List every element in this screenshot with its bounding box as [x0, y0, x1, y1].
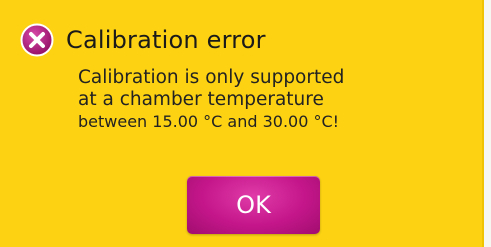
dialog-header: Calibration error [20, 22, 266, 58]
message-line-1: Calibration is only supported [78, 67, 345, 88]
dialog-title: Calibration error [66, 26, 266, 54]
ok-button[interactable]: OK [187, 176, 320, 234]
calibration-error-dialog: Calibration error Calibration is only su… [0, 0, 484, 247]
error-x-icon [20, 23, 54, 57]
message-line-3: between 15.00 °C and 30.00 °C! [78, 112, 340, 131]
message-line-2: at a chamber temperature [78, 89, 324, 110]
dialog-message: Calibration is only supported at a chamb… [78, 67, 478, 133]
